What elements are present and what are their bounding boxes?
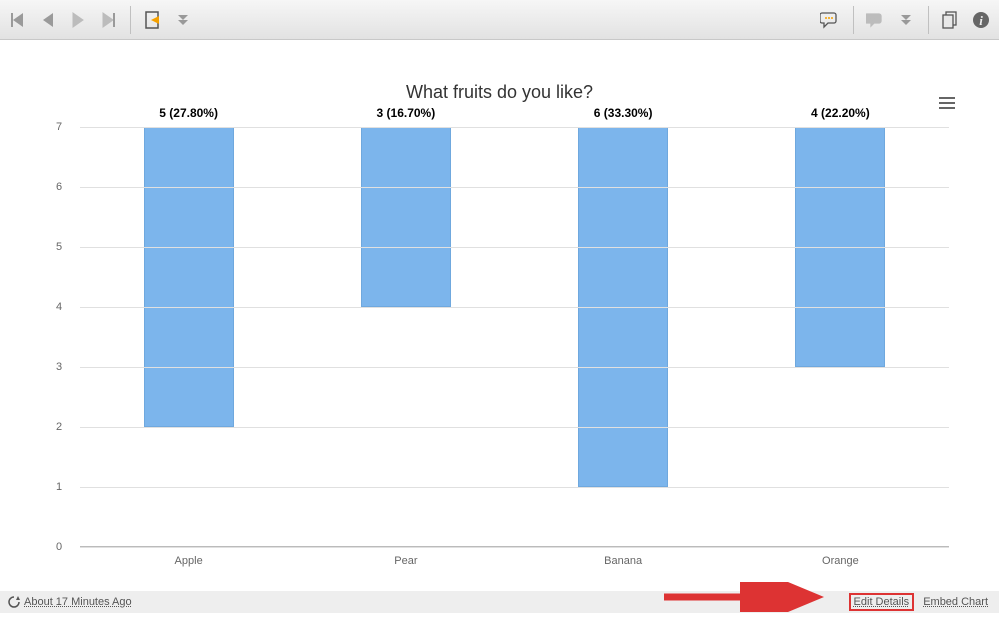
toolbar-separator [853, 6, 854, 34]
y-tick-label: 0 [56, 541, 62, 553]
bar-value-label: 5 (27.80%) [159, 106, 218, 120]
export-button[interactable] [141, 8, 165, 32]
refresh-icon[interactable] [8, 596, 20, 608]
language-icon[interactable]: en [864, 8, 888, 32]
grid-line [80, 367, 949, 368]
language-dropdown-icon[interactable] [894, 8, 918, 32]
bar[interactable]: 5 (27.80%) [144, 127, 234, 427]
export-dropdown-icon[interactable] [171, 8, 195, 32]
nav-first-button[interactable] [6, 8, 30, 32]
timestamp-link[interactable]: About 17 Minutes Ago [24, 596, 132, 608]
svg-text:i: i [979, 13, 983, 28]
edit-details-link[interactable]: Edit Details [849, 593, 915, 611]
grid-line [80, 127, 949, 128]
toolbar-separator [928, 6, 929, 34]
grid-line [80, 427, 949, 428]
chart-title: What fruits do you like? [30, 82, 969, 103]
grid-line [80, 487, 949, 488]
bar-slot: 6 (33.30%) [515, 127, 732, 547]
bar-slot: 4 (22.20%) [732, 127, 949, 547]
chart-plot-area: 5 (27.80%) 3 (16.70%) 6 (33.30%)4 (22.20%)… [80, 127, 949, 547]
nav-next-button[interactable] [66, 8, 90, 32]
x-tick-label: Banana [515, 555, 732, 567]
y-tick-label: 5 [56, 241, 62, 253]
y-tick-label: 2 [56, 421, 62, 433]
chart-container: What fruits do you like? 5 (27.80%) 3 (16… [0, 40, 999, 577]
nav-prev-button[interactable] [36, 8, 60, 32]
bar-value-label: 3 (16.70%) [377, 106, 436, 120]
chart-menu-icon[interactable] [935, 90, 959, 116]
nav-last-button[interactable] [96, 8, 120, 32]
y-tick-label: 7 [56, 121, 62, 133]
y-tick-label: 6 [56, 181, 62, 193]
grid-line [80, 187, 949, 188]
comments-icon[interactable] [819, 8, 843, 32]
y-tick-label: 3 [56, 361, 62, 373]
bar-value-label: 6 (33.30%) [594, 106, 653, 120]
toolbar-separator [130, 6, 131, 34]
y-tick-label: 4 [56, 301, 62, 313]
embed-chart-link[interactable]: Embed Chart [920, 595, 991, 609]
svg-text:en: en [870, 17, 877, 23]
y-tick-label: 1 [56, 481, 62, 493]
footer-bar: About 17 Minutes Ago Edit Details Embed … [0, 591, 999, 613]
x-tick-label: Orange [732, 555, 949, 567]
bar-slot: 3 (16.70%) [297, 127, 514, 547]
info-icon[interactable]: i [969, 8, 993, 32]
x-axis-ticks: ApplePearBananaOrange [80, 555, 949, 567]
grid-line [80, 547, 949, 548]
grid-line [80, 247, 949, 248]
top-toolbar: en i [0, 0, 999, 40]
x-tick-label: Apple [80, 555, 297, 567]
x-tick-label: Pear [297, 555, 514, 567]
bar-slot: 5 (27.80%) [80, 127, 297, 547]
grid-line [80, 307, 949, 308]
bar[interactable]: 3 (16.70%) [361, 127, 451, 307]
copy-icon[interactable] [939, 8, 963, 32]
bar-value-label: 4 (22.20%) [811, 106, 870, 120]
